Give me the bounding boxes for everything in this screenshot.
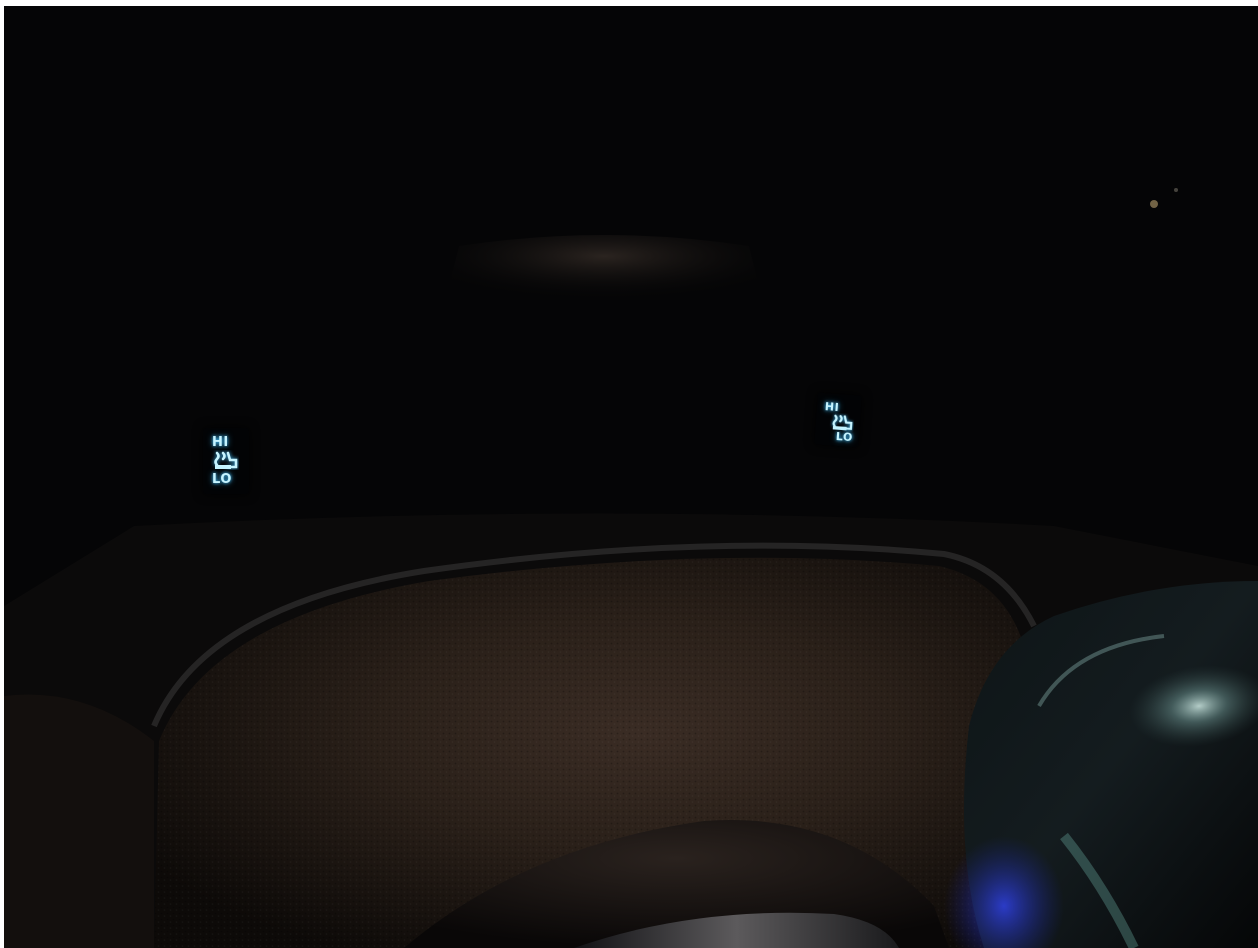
console-scene [4,6,1258,948]
right-seat-heater-switch[interactable]: HI LO [814,392,862,448]
dash-light [1174,188,1178,192]
left-seat-heater-hi-label: HI [212,435,229,450]
right-heated-seat-icon [832,414,853,431]
dashboard-hood [444,235,764,306]
right-seat-heater-lo-label: LO [835,429,854,445]
side-panel [4,694,154,948]
left-heated-seat-icon [214,451,238,469]
right-seat-heater-hi-label: HI [824,400,840,415]
dash-light [1150,200,1158,208]
car-console-night-photo: HI LO HI LO [4,6,1258,948]
left-seat-heater-switch[interactable]: HI LO [203,428,249,494]
left-seat-heater-lo-label: LO [212,472,232,487]
